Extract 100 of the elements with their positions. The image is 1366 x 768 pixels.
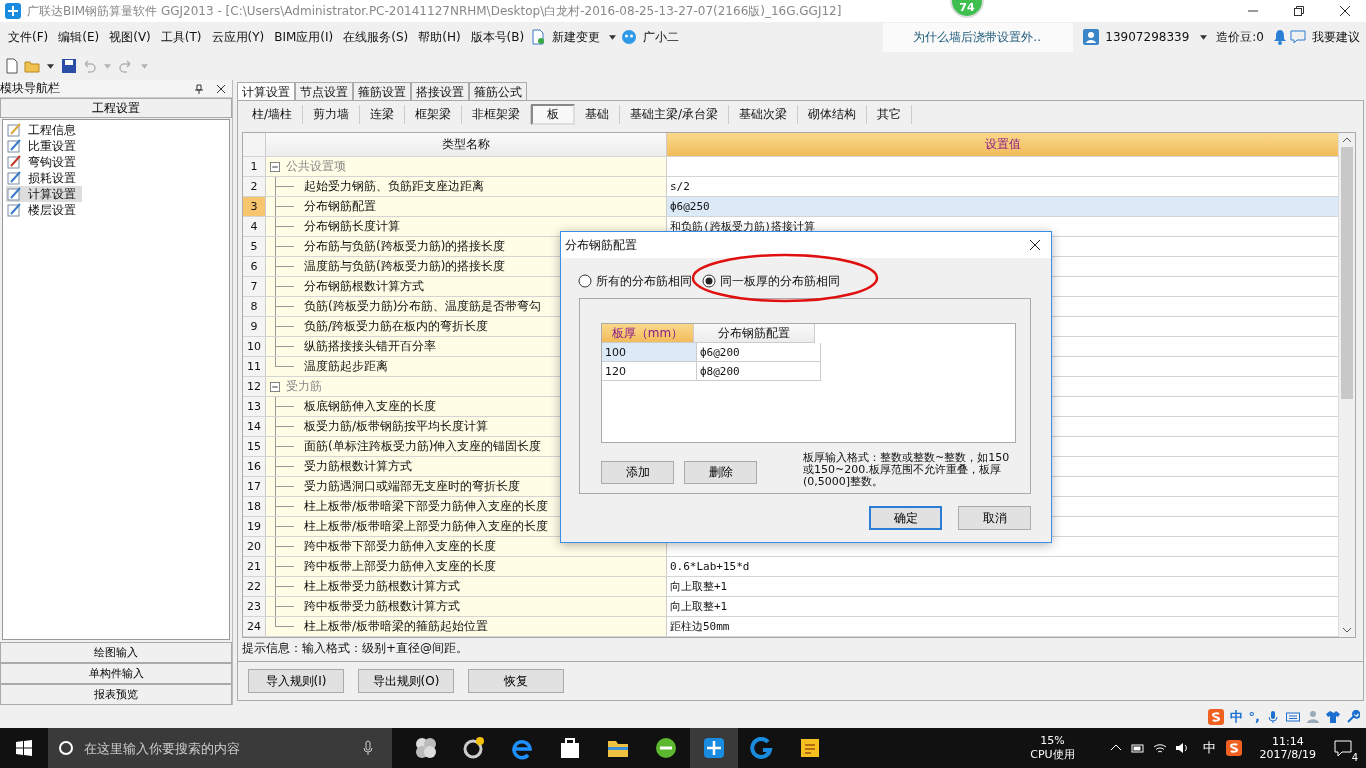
- table-cell[interactable]: 100: [602, 343, 697, 362]
- category-tab[interactable]: 板: [531, 103, 576, 125]
- nav-item[interactable]: 计算设置: [6, 186, 82, 202]
- expander-icon[interactable]: [270, 161, 280, 172]
- table-cell[interactable]: ф6@200: [697, 343, 821, 362]
- close-icon[interactable]: [1029, 239, 1041, 251]
- section-button[interactable]: 工程设置: [0, 98, 232, 118]
- menu-item[interactable]: 编辑(E): [54, 28, 104, 46]
- menu-item[interactable]: 在线服务(S): [339, 28, 413, 46]
- mic-icon[interactable]: [1266, 709, 1280, 724]
- bell-icon[interactable]: [1272, 29, 1288, 45]
- close-icon[interactable]: [1340, 6, 1350, 16]
- suggest-link[interactable]: 我要建议: [1308, 28, 1366, 46]
- category-tab[interactable]: 其它: [867, 104, 913, 124]
- expander-icon[interactable]: [270, 381, 280, 392]
- caret-icon[interactable]: [609, 34, 617, 40]
- wrench-icon[interactable]: [1346, 709, 1360, 724]
- module-button[interactable]: 单构件输入: [0, 663, 232, 684]
- mic-icon[interactable]: [360, 740, 376, 756]
- battery-icon[interactable]: [1130, 741, 1145, 755]
- grid-row[interactable]: 23 跨中板带受力筋根数计算方式 向上取整+1: [243, 597, 1338, 617]
- category-tab[interactable]: 柱/墙柱: [242, 104, 304, 124]
- pin-icon[interactable]: [194, 83, 204, 94]
- user-account[interactable]: 13907298339: [1101, 30, 1196, 44]
- input-language[interactable]: 中: [1202, 739, 1216, 757]
- setting-value[interactable]: 0.6*Lab+15*d: [670, 560, 750, 573]
- clock-time[interactable]: 11:14: [1271, 735, 1304, 748]
- tab[interactable]: 节点设置: [295, 82, 353, 100]
- rule-button[interactable]: 导入规则(I): [248, 669, 344, 693]
- grid-row[interactable]: 21 跨中板带上部受力筋伸入支座的长度 0.6*Lab+15*d: [243, 557, 1338, 577]
- wifi-icon[interactable]: [1152, 741, 1167, 755]
- search-field[interactable]: 在这里输入你要搜索的内容: [82, 739, 352, 757]
- grid-row[interactable]: 24 柱上板带/板带暗梁的箍筋起始位置 距柱边50mm: [243, 617, 1338, 637]
- chat-icon[interactable]: [1290, 29, 1306, 45]
- menu-item[interactable]: 版本号(B): [466, 28, 529, 46]
- nav-item[interactable]: 损耗设置: [6, 170, 82, 186]
- scroll-down-icon[interactable]: [1342, 627, 1352, 633]
- category-tab[interactable]: 框架梁: [405, 104, 463, 124]
- table-cell[interactable]: 120: [602, 362, 697, 381]
- menu-item[interactable]: 新建变更: [548, 28, 605, 46]
- caret-icon[interactable]: [1200, 34, 1208, 40]
- setting-value[interactable]: s/2: [670, 180, 690, 193]
- tab[interactable]: 搭接设置: [411, 82, 469, 100]
- menu-item[interactable]: 视图(V): [105, 28, 155, 46]
- app-logo-icon[interactable]: [690, 728, 738, 768]
- module-button[interactable]: 绘图输入: [0, 642, 232, 663]
- scroll-up-icon[interactable]: [1342, 137, 1352, 143]
- grid-row[interactable]: 22 柱上板带受力筋根数计算方式 向上取整+1: [243, 577, 1338, 597]
- tab[interactable]: 计算设置: [237, 82, 295, 100]
- nav-item[interactable]: 弯钩设置: [6, 154, 82, 170]
- nav-item[interactable]: 工程信息: [6, 122, 82, 138]
- radio-icon[interactable]: [578, 274, 592, 288]
- punctuation-mode[interactable]: °,: [1248, 709, 1260, 724]
- nav-item[interactable]: 楼层设置: [6, 202, 82, 218]
- category-tab[interactable]: 基础主梁/承台梁: [620, 104, 730, 124]
- category-tab[interactable]: 剪力墙: [303, 104, 361, 124]
- menu-item[interactable]: 文件(F): [4, 28, 53, 46]
- cancel-button[interactable]: 取消: [958, 506, 1031, 530]
- setting-value[interactable]: ф6@250: [670, 200, 710, 213]
- setting-value[interactable]: 向上取整+1: [670, 599, 728, 614]
- ime-language[interactable]: 中: [1229, 707, 1243, 726]
- category-tab[interactable]: 砌体结构: [798, 104, 868, 124]
- ok-button[interactable]: 确定: [869, 506, 942, 530]
- menu-item[interactable]: 工具(T): [156, 28, 206, 46]
- row-number: 2: [243, 177, 266, 196]
- scrollbar-thumb[interactable]: [1341, 147, 1353, 399]
- new-file-icon[interactable]: [4, 58, 20, 74]
- nav-item[interactable]: 比重设置: [6, 138, 82, 154]
- rule-button[interactable]: 导出规则(O): [358, 669, 454, 693]
- delete-button[interactable]: 删除: [684, 461, 757, 484]
- clock-date[interactable]: 2017/8/19: [1259, 748, 1316, 761]
- menu-item[interactable]: 广小二: [639, 28, 684, 46]
- category-tab[interactable]: 基础: [575, 104, 621, 124]
- s-logo-icon[interactable]: [1225, 740, 1242, 756]
- question-link[interactable]: 为什么墙后浇带设置外..: [883, 22, 1074, 52]
- category-tab[interactable]: 连梁: [360, 104, 406, 124]
- setting-name: 起始受力钢筋、负筋距支座边距离: [304, 178, 484, 195]
- module-button[interactable]: 报表预览: [0, 684, 232, 705]
- speaker-icon[interactable]: [1174, 741, 1189, 755]
- search-box[interactable]: 在这里输入你要搜索的内容: [48, 728, 392, 768]
- setting-value[interactable]: 和负筋(跨板受力筋)搭接计算: [670, 219, 816, 234]
- tab[interactable]: 箍筋设置: [353, 82, 411, 100]
- tab[interactable]: 箍筋公式: [469, 82, 527, 100]
- shirt-icon[interactable]: [1326, 709, 1340, 724]
- caret-icon[interactable]: [47, 63, 54, 69]
- category-tab[interactable]: 基础次梁: [729, 104, 799, 124]
- radio-icon[interactable]: [702, 274, 716, 288]
- rule-button[interactable]: 恢复: [468, 669, 564, 693]
- setting-value[interactable]: 距柱边50mm: [670, 619, 730, 634]
- add-button[interactable]: 添加: [601, 461, 674, 484]
- setting-value[interactable]: 向上取整+1: [670, 579, 728, 594]
- table-cell[interactable]: ф8@200: [697, 362, 821, 381]
- save-icon[interactable]: [61, 58, 77, 74]
- keyboard-icon[interactable]: [1286, 709, 1300, 724]
- menu-item[interactable]: 云应用(Y): [207, 28, 269, 46]
- restore-icon[interactable]: [1294, 6, 1304, 16]
- menu-item[interactable]: BIM应用(I): [270, 28, 338, 46]
- menu-item[interactable]: 帮助(H): [414, 28, 465, 46]
- close-icon[interactable]: [216, 83, 226, 94]
- notification-icon[interactable]: [1334, 739, 1352, 757]
